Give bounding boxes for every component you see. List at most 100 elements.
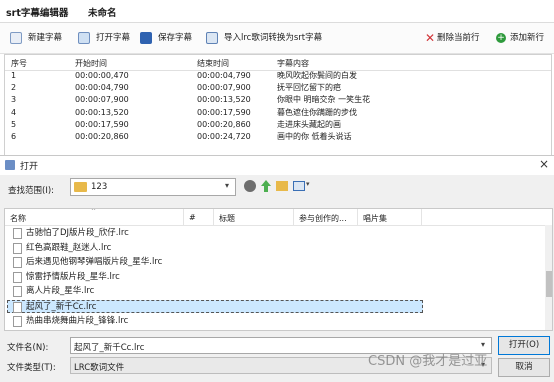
col-header-start[interactable]: 开始时间 (75, 57, 107, 71)
import-icon (206, 32, 218, 44)
add-row-button[interactable]: + 添加新行 (496, 28, 552, 48)
file-icon (13, 302, 22, 313)
column-divider (213, 209, 214, 225)
folder-icon (74, 182, 87, 192)
cell-index: 4 (11, 107, 17, 117)
col-header-album[interactable]: 唱片集 (363, 213, 387, 224)
dialog-app-icon (5, 160, 15, 170)
table-row[interactable]: 1 00:00:00,470 00:00:04,790 晚风吹起你鬓间的白发 (5, 70, 415, 82)
cell-start: 00:00:00,470 (75, 71, 129, 80)
cell-index: 6 (11, 132, 17, 141)
cell-end: 00:00:13,520 (197, 95, 251, 105)
filetype-label: 文件类型(T): (7, 363, 56, 373)
add-icon: + (496, 33, 506, 43)
sort-chevron-icon: ^ (91, 208, 97, 215)
col-header-title[interactable]: 标题 (219, 213, 235, 224)
cell-text: 晚风吹起你鬓间的白发 (277, 71, 357, 80)
import-lrc-button[interactable]: 导入lrc歌词转换为srt字幕 (206, 28, 336, 48)
dialog-title: 打开 (20, 162, 39, 172)
scrollbar-thumb[interactable] (546, 271, 552, 297)
file-list-item[interactable]: 起风了_新千Cc.lrc (7, 300, 423, 313)
column-divider (183, 209, 184, 225)
file-list-item[interactable]: 热曲串烧舞曲片段_锋锋.lrc (13, 315, 253, 328)
app-window: srt字幕编辑器 未命名 新建字幕 打开字幕 保存字幕 导入lrc歌词转换为sr… (0, 0, 554, 156)
nav-toolbar: ▾ (244, 180, 314, 194)
cell-start: 00:00:17,590 (75, 119, 129, 129)
file-icon (13, 271, 22, 283)
open-button[interactable]: 打开(O) (498, 336, 550, 355)
open-subtitle-button[interactable]: 打开字幕 (78, 28, 138, 48)
cell-start: 00:00:13,520 (75, 107, 129, 117)
document-name: 未命名 (88, 8, 117, 19)
lookin-label: 查找范围(I): (8, 186, 55, 196)
table-row[interactable]: 5 00:00:17,590 00:00:20,860 走进床头藏起的画 (5, 119, 415, 131)
file-name: 惊雷抒情版片段_星华.lrc (26, 271, 120, 282)
table-row[interactable]: 2 00:00:04,790 00:00:07,900 抚平回忆留下的疤 (5, 82, 415, 94)
cell-text: 画中的你 低着头说话 (277, 132, 352, 141)
scrollbar[interactable] (545, 225, 552, 330)
filename-label: 文件名(N): (7, 343, 49, 353)
new-folder-icon[interactable] (276, 181, 288, 191)
back-icon[interactable] (244, 180, 256, 192)
chevron-down-icon[interactable]: ▾ (481, 340, 485, 349)
column-divider (357, 209, 358, 225)
file-list-item[interactable]: 古驰怕了DJ版片段_欣仔.lrc (13, 227, 253, 240)
column-divider (293, 209, 294, 225)
file-list-item[interactable]: 惊雷抒情版片段_星华.lrc (13, 271, 253, 284)
file-icon (13, 257, 22, 269)
cell-end: 00:00:07,900 (197, 83, 251, 93)
col-header-end[interactable]: 结束时间 (197, 57, 229, 71)
col-header-number[interactable]: # (189, 213, 196, 222)
file-name: 古驰怕了DJ版片段_欣仔.lrc (26, 228, 129, 238)
col-header-artist[interactable]: 参与创作的... (299, 213, 347, 224)
up-folder-icon[interactable] (261, 180, 271, 192)
cell-index: 3 (11, 95, 17, 105)
table-row[interactable]: 4 00:00:13,520 00:00:17,590 暮色遮住你蹒跚的步伐 (5, 107, 415, 119)
new-subtitle-button[interactable]: 新建字幕 (10, 28, 70, 48)
file-name: 后来遇见他钢琴弹唱版片段_星华.lrc (26, 257, 163, 268)
view-chevron-icon[interactable]: ▾ (306, 180, 310, 188)
dialog-titlebar: 打开 × (0, 156, 554, 175)
table-row[interactable]: 6 00:00:20,860 00:00:24,720 画中的你 低着头说话 (5, 131, 415, 143)
open-dialog: 打开 × 查找范围(I): 123 ▾ ▾ 名称 ^ # 标题 参与创作的...… (0, 155, 554, 382)
file-list-header: 名称 ^ # 标题 参与创作的... 唱片集 (5, 208, 552, 226)
file-icon (13, 228, 22, 239)
cell-text: 走进床头藏起的画 (277, 119, 341, 129)
dialog-close-icon[interactable]: × (539, 157, 549, 171)
file-name: 起风了_新千Cc.lrc (26, 302, 97, 312)
cell-end: 00:00:17,590 (197, 107, 251, 117)
col-header-text[interactable]: 字幕内容 (277, 57, 309, 71)
app-title: srt字幕编辑器 (6, 8, 69, 19)
delete-row-button[interactable]: ✕ 删除当前行 (425, 28, 490, 48)
lookin-value: 123 (91, 182, 108, 192)
cell-text: 暮色遮住你蹒跚的步伐 (277, 107, 357, 117)
open-folder-icon (78, 32, 90, 44)
app-titlebar: srt字幕编辑器 未命名 (0, 0, 554, 23)
cell-index: 2 (11, 83, 17, 93)
grid-header: 序号 开始时间 结束时间 字幕内容 (5, 55, 551, 71)
file-list-item[interactable]: 后来遇见他钢琴弹唱版片段_星华.lrc (13, 256, 253, 269)
file-list-item[interactable]: 离人片段_星华.lrc (13, 285, 253, 298)
view-menu-icon[interactable] (293, 181, 305, 191)
cell-index: 1 (11, 71, 17, 80)
lookin-dropdown[interactable]: 123 ▾ (70, 178, 236, 196)
cell-index: 5 (11, 119, 17, 129)
col-header-name[interactable]: 名称 (10, 213, 26, 224)
chevron-down-icon: ▾ (225, 181, 230, 190)
file-list-item[interactable]: 红色高跟鞋_赵迷人.lrc (13, 242, 253, 255)
cell-start: 00:00:07,900 (75, 95, 129, 105)
file-icon (13, 242, 22, 254)
watermark: CSDN @我才是过亚 (368, 354, 488, 369)
cell-text: 你眼中 明暗交杂 一笑生花 (277, 95, 371, 105)
save-subtitle-button[interactable]: 保存字幕 (140, 28, 200, 48)
file-name: 热曲串烧舞曲片段_锋锋.lrc (26, 315, 129, 326)
cell-end: 00:00:04,790 (197, 71, 251, 80)
cell-text: 抚平回忆留下的疤 (277, 83, 341, 93)
cancel-button[interactable]: 取消 (498, 358, 550, 377)
file-list: 名称 ^ # 标题 参与创作的... 唱片集 古驰怕了DJ版片段_欣仔.lrc 红… (4, 208, 553, 331)
col-header-index[interactable]: 序号 (11, 57, 27, 71)
file-name: 红色高跟鞋_赵迷人.lrc (26, 242, 112, 253)
file-name: 离人片段_星华.lrc (26, 286, 95, 297)
table-row[interactable]: 3 00:00:07,900 00:00:13,520 你眼中 明暗交杂 一笑生花 (5, 94, 415, 106)
delete-icon: ✕ (425, 31, 436, 45)
